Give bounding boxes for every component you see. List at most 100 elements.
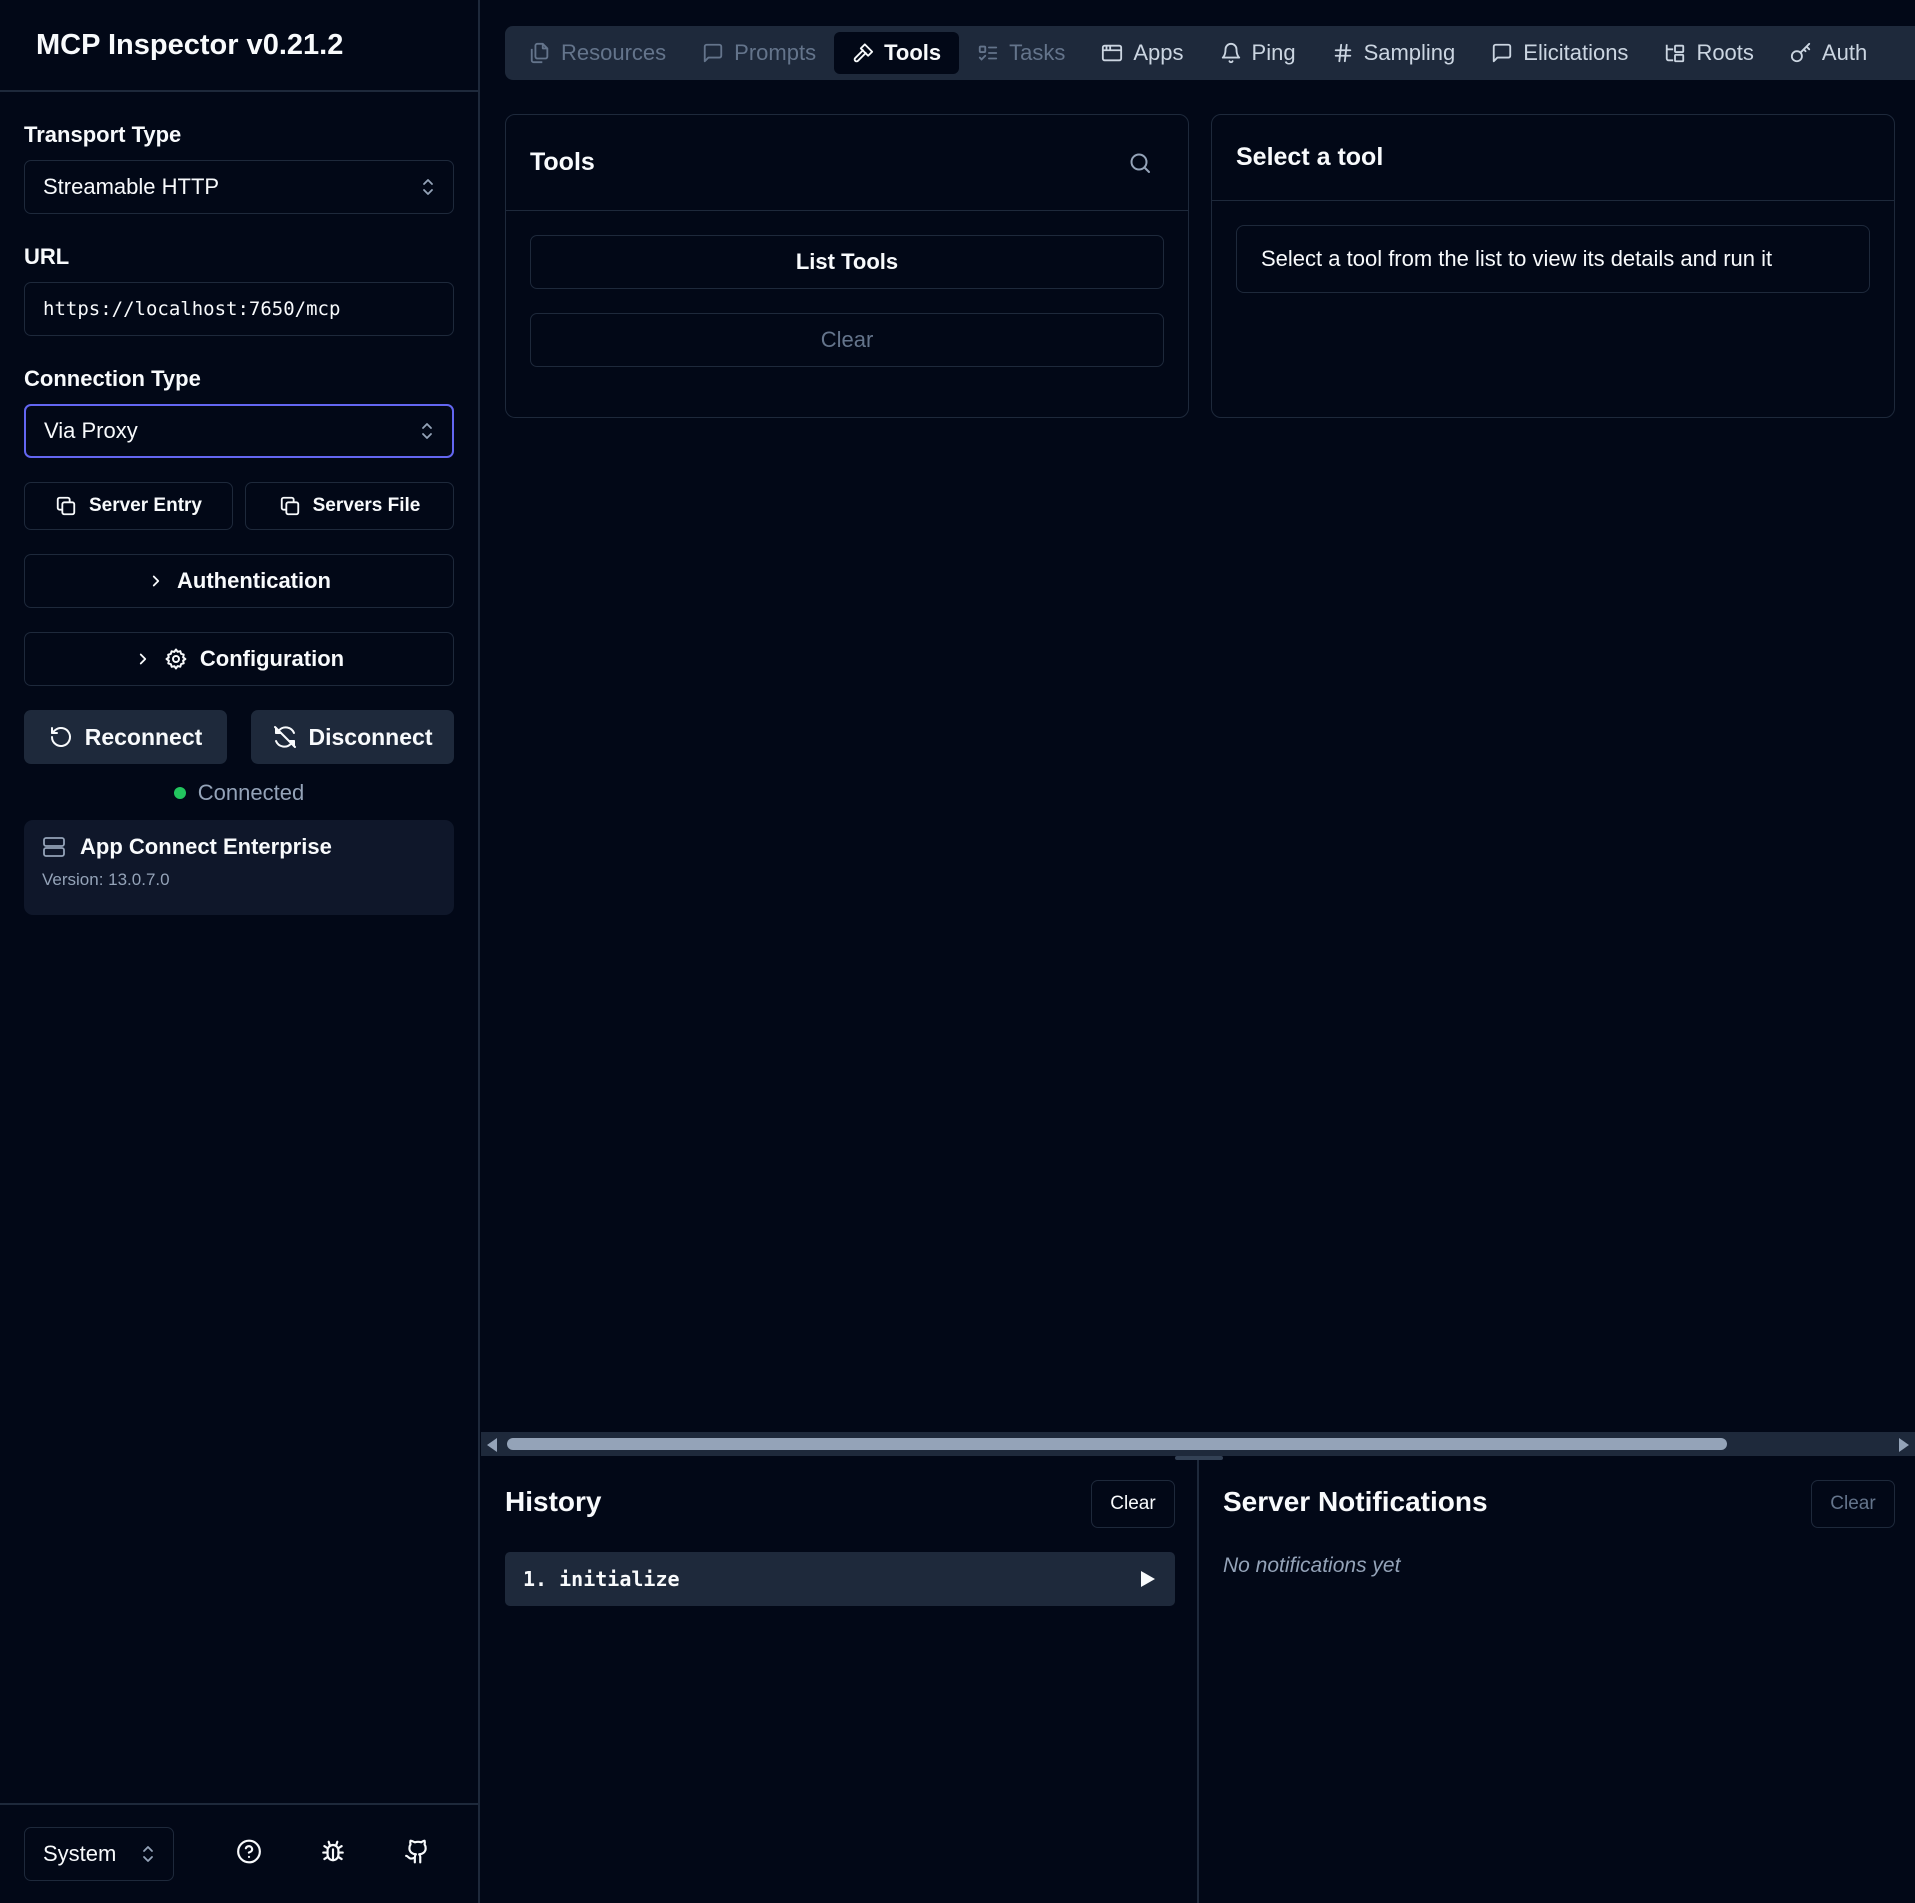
clear-history-button[interactable]: Clear <box>1091 1480 1175 1528</box>
tab-label: Elicitations <box>1523 40 1629 65</box>
server-entry-button[interactable]: Server Entry <box>24 482 233 530</box>
servers-file-label: Servers File <box>312 495 421 516</box>
sidebar-body: Transport Type Streamable HTTP URL https… <box>0 122 478 915</box>
status-text: Connected <box>197 780 305 805</box>
message-icon <box>702 42 724 64</box>
disconnect-button[interactable]: Disconnect <box>251 710 454 764</box>
chevrons-up-down-icon <box>143 1846 153 1862</box>
server-icon <box>42 835 66 859</box>
notifications-title: Server Notifications <box>1223 1486 1488 1517</box>
tool-detail-hint: Select a tool from the list to view its … <box>1236 225 1870 293</box>
files-icon <box>529 42 551 64</box>
authentication-toggle[interactable]: Authentication <box>24 554 454 608</box>
connection-type-label: Connection Type <box>24 366 201 391</box>
scroll-left-arrow[interactable] <box>487 1438 497 1452</box>
sidebar-footer: System <box>0 1803 478 1903</box>
tab-label: Prompts <box>734 40 817 65</box>
tab-sampling[interactable]: Sampling <box>1314 32 1474 74</box>
horizontal-scrollbar[interactable] <box>481 1432 1915 1456</box>
history-title: History <box>505 1486 602 1517</box>
github-icon[interactable] <box>404 1839 430 1870</box>
tab-roots[interactable]: Roots <box>1646 32 1771 74</box>
tools-card-header: Tools <box>506 115 1188 211</box>
tab-apps[interactable]: Apps <box>1083 32 1201 74</box>
servers-file-button[interactable]: Servers File <box>245 482 454 530</box>
reconnect-label: Reconnect <box>84 723 203 750</box>
theme-value: System <box>43 1841 117 1866</box>
scroll-right-arrow[interactable] <box>1899 1438 1909 1452</box>
search-icon[interactable] <box>1128 151 1152 175</box>
tab-label: Ping <box>1251 40 1296 65</box>
tools-card-body: List Tools Clear <box>506 211 1188 367</box>
transport-type-select[interactable]: Streamable HTTP <box>24 160 454 214</box>
copy-icon <box>279 495 301 517</box>
connection-type-select[interactable]: Via Proxy <box>24 404 454 458</box>
server-info-card: App Connect Enterprise Version: 13.0.7.0 <box>24 820 454 915</box>
tab-prompts[interactable]: Prompts <box>684 32 834 74</box>
history-item-label: 1. initialize <box>523 1567 680 1591</box>
play-icon[interactable] <box>1137 1569 1157 1589</box>
tab-elicitations[interactable]: Elicitations <box>1473 32 1646 74</box>
tab-label: Apps <box>1133 40 1184 65</box>
config-export-row: Server Entry Servers File <box>24 482 454 530</box>
server-version: Version: 13.0.7.0 <box>42 870 170 889</box>
clear-tools-button[interactable]: Clear <box>530 313 1164 367</box>
tab-tasks[interactable]: Tasks <box>959 32 1083 74</box>
connection-type-value: Via Proxy <box>44 418 138 443</box>
tool-detail-card: Select a tool Select a tool from the lis… <box>1211 114 1895 418</box>
notifications-empty-text: No notifications yet <box>1223 1554 1401 1577</box>
hash-icon <box>1332 42 1354 64</box>
transport-type-label: Transport Type <box>24 122 182 147</box>
chevron-right-icon <box>134 650 152 668</box>
server-entry-label: Server Entry <box>88 495 202 516</box>
refresh-off-icon <box>273 725 297 749</box>
reconnect-button[interactable]: Reconnect <box>24 710 227 764</box>
clear-notifications-button[interactable]: Clear <box>1811 1480 1895 1528</box>
tab-resources[interactable]: Resources <box>511 32 684 74</box>
bottom-panels: History Clear 1. initialize Server Notif… <box>481 1460 1915 1903</box>
authentication-label: Authentication <box>177 568 331 593</box>
tab-auth[interactable]: Auth <box>1772 32 1885 74</box>
tab-ping[interactable]: Ping <box>1202 32 1314 74</box>
tab-tools[interactable]: Tools <box>834 32 960 74</box>
hammer-icon <box>852 42 874 64</box>
disconnect-label: Disconnect <box>308 723 433 750</box>
server-name-row: App Connect Enterprise <box>42 834 436 860</box>
tab-bar: Resources Prompts Tools Tasks Apps Ping <box>505 26 1915 80</box>
list-tools-button[interactable]: List Tools <box>530 235 1164 289</box>
sidebar-header: MCP Inspector v0.21.2 <box>0 0 478 92</box>
tool-detail-header: Select a tool <box>1212 115 1894 201</box>
gear-icon <box>164 647 188 671</box>
theme-select[interactable]: System <box>24 1827 174 1881</box>
url-value: https://localhost:7650/mcp <box>43 298 341 320</box>
tools-card: Tools List Tools Clear <box>505 114 1189 418</box>
chevron-right-icon <box>147 572 165 590</box>
configuration-toggle[interactable]: Configuration <box>24 632 454 686</box>
status-dot <box>173 787 186 799</box>
app-root: MCP Inspector v0.21.2 Transport Type Str… <box>0 0 1915 1903</box>
chevrons-up-down-icon <box>423 179 433 195</box>
tool-detail-body: Select a tool from the list to view its … <box>1212 201 1894 317</box>
list-todo-icon <box>977 42 999 64</box>
url-label: URL <box>24 244 70 269</box>
scrollbar-thumb[interactable] <box>507 1438 1727 1450</box>
configuration-label: Configuration <box>199 646 345 671</box>
server-name: App Connect Enterprise <box>80 834 332 859</box>
history-item[interactable]: 1. initialize <box>505 1552 1175 1606</box>
transport-type-value: Streamable HTTP <box>43 174 220 199</box>
url-input[interactable]: https://localhost:7650/mcp <box>24 282 454 336</box>
main-content: Resources Prompts Tools Tasks Apps Ping <box>481 0 1915 1903</box>
app-window-icon <box>1101 42 1123 64</box>
tab-label: Tasks <box>1009 40 1066 65</box>
rotate-ccw-icon <box>49 725 73 749</box>
connection-actions-row: Reconnect Disconnect <box>24 710 454 764</box>
bug-icon[interactable] <box>320 1839 346 1870</box>
tab-label: Resources <box>561 40 667 65</box>
tab-label: Roots <box>1696 40 1754 65</box>
help-icon[interactable] <box>236 1839 262 1870</box>
panel-divider <box>1197 1460 1199 1903</box>
bell-icon <box>1220 42 1242 64</box>
tool-detail-title: Select a tool <box>1236 143 1384 171</box>
folder-tree-icon <box>1664 42 1686 64</box>
app-title: MCP Inspector v0.21.2 <box>36 28 344 61</box>
